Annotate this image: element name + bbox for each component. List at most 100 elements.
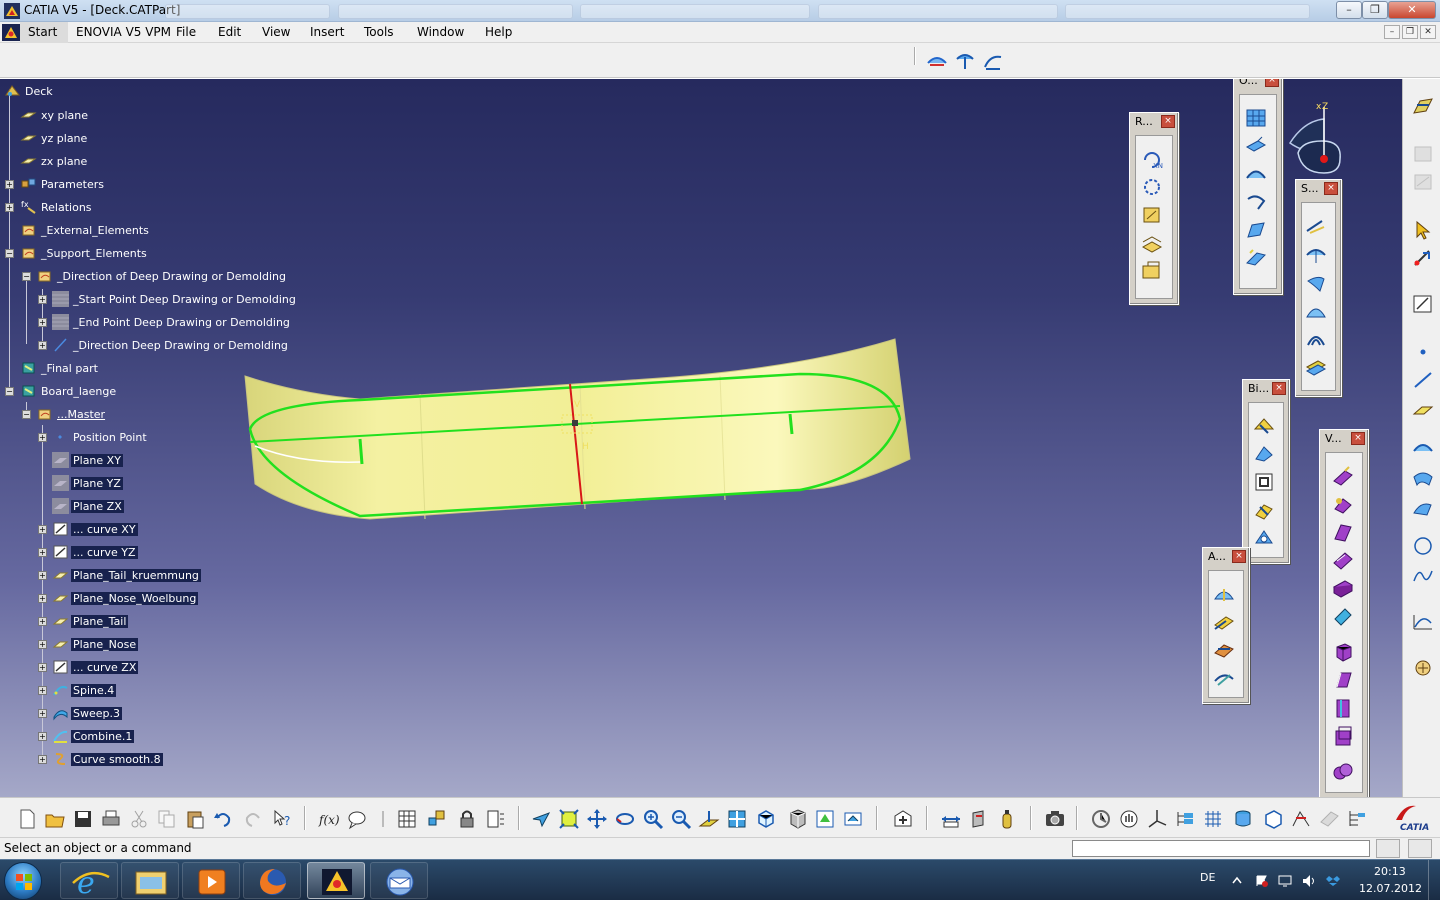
stack-icon[interactable] bbox=[1140, 232, 1164, 254]
groove-icon[interactable] bbox=[1331, 549, 1355, 571]
lock-icon[interactable] bbox=[456, 808, 478, 830]
expand-toggle[interactable]: + bbox=[38, 548, 47, 557]
connect-checker-icon[interactable] bbox=[1212, 667, 1236, 689]
display-icon[interactable] bbox=[1278, 874, 1292, 888]
surface-display-icon[interactable] bbox=[926, 51, 948, 71]
symmetry-icon[interactable] bbox=[1140, 176, 1164, 198]
tree-node-plane-nose-woelbung[interactable]: Plane_Nose_Woelbung bbox=[52, 588, 199, 608]
expand-toggle[interactable]: + bbox=[38, 709, 47, 718]
tree-node-end-point[interactable]: _End Point Deep Drawing or Demolding bbox=[52, 312, 292, 332]
tree-node-curve-zx[interactable]: ... curve ZX bbox=[52, 657, 139, 677]
plane-tool-icon[interactable] bbox=[1411, 399, 1435, 421]
hand-tool-icon[interactable] bbox=[1118, 808, 1140, 830]
tree-node-plane-xy[interactable]: Plane XY bbox=[52, 450, 123, 470]
tree-node-xy-plane[interactable]: xy plane bbox=[20, 105, 90, 125]
sweep-surface-icon[interactable] bbox=[954, 51, 976, 71]
circle-tool-icon[interactable] bbox=[1411, 535, 1435, 557]
windows-start-button[interactable] bbox=[4, 862, 42, 900]
point-tool-icon[interactable] bbox=[1411, 341, 1435, 363]
hide-show-icon[interactable] bbox=[814, 808, 836, 830]
minimize-button[interactable]: – bbox=[1336, 1, 1362, 19]
curvature-analysis-icon[interactable] bbox=[1212, 639, 1236, 661]
boundary-icon[interactable] bbox=[1252, 471, 1276, 493]
toolbar-close-button[interactable]: × bbox=[1324, 182, 1338, 195]
tree-node-curve-xy[interactable]: ... curve XY bbox=[52, 519, 138, 539]
normal-view-icon[interactable] bbox=[698, 808, 720, 830]
toolbar-a[interactable]: A... × bbox=[1202, 547, 1250, 704]
collapse-toggle[interactable]: − bbox=[5, 249, 14, 258]
tree-node-final-part[interactable]: _Final part bbox=[20, 358, 100, 378]
grid-surface-icon[interactable] bbox=[1244, 107, 1268, 129]
measure-inertia-icon[interactable] bbox=[996, 808, 1018, 830]
tree-node-plane-tail-kruemmung[interactable]: Plane_Tail_kruemmung bbox=[52, 565, 201, 585]
taskbar-media-player[interactable] bbox=[182, 862, 240, 899]
menu-tools[interactable]: Tools bbox=[364, 25, 394, 39]
boolean-icon[interactable] bbox=[1331, 761, 1355, 783]
toolbar-title-bar[interactable]: O... × bbox=[1234, 79, 1282, 90]
rib-icon[interactable] bbox=[1331, 577, 1355, 599]
clock-time[interactable]: 20:13 bbox=[1374, 865, 1406, 878]
toolbar-bi[interactable]: Bi... × bbox=[1242, 379, 1290, 564]
sweep-line-icon[interactable] bbox=[1304, 243, 1328, 265]
solid-block-icon[interactable] bbox=[1331, 641, 1355, 663]
select-arrow-icon[interactable] bbox=[1411, 219, 1435, 241]
compass-widget[interactable]: x Z bbox=[1284, 99, 1346, 177]
expand-toggle[interactable]: + bbox=[38, 433, 47, 442]
sweep-explicit-icon[interactable] bbox=[1304, 215, 1328, 237]
tree-node-plane-nose[interactable]: Plane_Nose bbox=[52, 634, 139, 654]
rotate-view-icon[interactable] bbox=[614, 808, 636, 830]
blend-icon[interactable] bbox=[1304, 355, 1328, 377]
measure-between-icon[interactable] bbox=[940, 808, 962, 830]
toolbar-close-button[interactable]: × bbox=[1272, 382, 1286, 395]
taskbar-internet-explorer[interactable]: e bbox=[60, 862, 118, 900]
toolbar-title-bar[interactable]: R... × bbox=[1130, 113, 1178, 131]
layers-icon[interactable] bbox=[1232, 808, 1254, 830]
toolbar-close-button[interactable]: × bbox=[1351, 432, 1365, 445]
pattern-icon[interactable] bbox=[1140, 204, 1164, 226]
cube-view-icon[interactable] bbox=[1262, 808, 1284, 830]
tree-node-curve-smooth[interactable]: Curve smooth.8 bbox=[52, 749, 163, 769]
doc-close-button[interactable]: ✕ bbox=[1420, 25, 1436, 39]
command-list-button[interactable] bbox=[1376, 839, 1400, 858]
expand-toggle[interactable]: + bbox=[38, 341, 47, 350]
tree-node-sweep[interactable]: Sweep.3 bbox=[52, 703, 122, 723]
fill-icon[interactable] bbox=[1304, 299, 1328, 321]
split-icon[interactable] bbox=[1252, 527, 1276, 549]
snap-icon[interactable] bbox=[1411, 247, 1435, 269]
grid-icon[interactable] bbox=[1202, 808, 1224, 830]
toolbar-title-bar[interactable]: V... × bbox=[1320, 430, 1368, 448]
save-icon[interactable] bbox=[72, 808, 94, 830]
menu-help[interactable]: Help bbox=[485, 25, 512, 39]
expand-toggle[interactable]: + bbox=[5, 203, 14, 212]
workbench-icon[interactable] bbox=[1411, 95, 1435, 117]
shading-icon[interactable] bbox=[786, 808, 808, 830]
3d-viewport[interactable]: Deck xy plane yz plane zx plane + Parame… bbox=[0, 79, 1402, 797]
toolbar-title-bar[interactable]: A... × bbox=[1203, 548, 1249, 566]
slot-icon[interactable] bbox=[1331, 605, 1355, 627]
spline-tool-icon[interactable] bbox=[1411, 565, 1435, 587]
menu-view[interactable]: View bbox=[262, 25, 290, 39]
loft-icon[interactable] bbox=[1304, 327, 1328, 349]
maximize-button[interactable]: ❐ bbox=[1362, 1, 1388, 19]
whats-this-icon[interactable]: ? bbox=[272, 808, 294, 830]
menu-enovia[interactable]: ENOVIA V5 VPM bbox=[76, 25, 171, 39]
toolbar-close-button[interactable]: × bbox=[1161, 115, 1175, 128]
tree-node-external-elements[interactable]: _External_Elements bbox=[20, 220, 151, 240]
menu-file[interactable]: File bbox=[176, 25, 196, 39]
toolbar-o[interactable]: O... × bbox=[1233, 79, 1283, 295]
sketcher-icon[interactable] bbox=[1411, 293, 1435, 315]
menu-edit[interactable]: Edit bbox=[218, 25, 241, 39]
sketch-tools-icon[interactable] bbox=[1411, 143, 1435, 165]
rotate-icon[interactable]: XN bbox=[1140, 148, 1164, 170]
sweep-tool-icon[interactable] bbox=[1411, 467, 1435, 489]
toolbar-s[interactable]: S... × bbox=[1295, 179, 1342, 397]
tree-node-plane-yz[interactable]: Plane YZ bbox=[52, 473, 123, 493]
volume-icon[interactable] bbox=[1302, 874, 1318, 888]
action-center-icon[interactable] bbox=[1255, 874, 1269, 888]
print-icon[interactable] bbox=[100, 808, 122, 830]
fly-mode-icon[interactable] bbox=[530, 808, 552, 830]
law-tool-icon[interactable] bbox=[1411, 611, 1435, 633]
redo-icon[interactable] bbox=[242, 808, 264, 830]
offset-icon[interactable] bbox=[1244, 247, 1268, 269]
pad-icon[interactable] bbox=[1331, 465, 1355, 487]
